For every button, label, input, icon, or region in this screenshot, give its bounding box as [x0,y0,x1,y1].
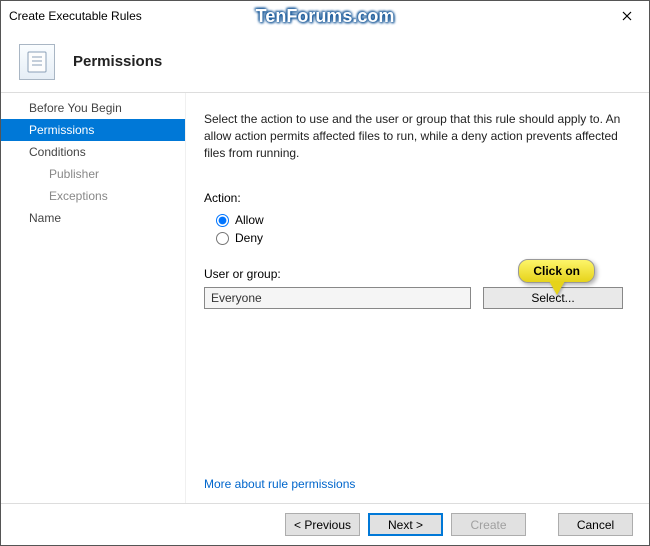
content-panel: Select the action to use and the user or… [186,93,649,503]
wizard-footer: < Previous Next > Create Cancel [1,503,649,545]
create-button: Create [451,513,526,536]
cancel-button[interactable]: Cancel [558,513,633,536]
radio-allow-input[interactable] [216,214,229,227]
radio-allow-label: Allow [235,213,264,227]
sidebar-item-exceptions[interactable]: Exceptions [1,185,185,207]
wizard-steps-sidebar: Before You Begin Permissions Conditions … [1,93,186,503]
instruction-text: Select the action to use and the user or… [204,111,623,161]
close-button[interactable] [604,1,649,31]
previous-button[interactable]: < Previous [285,513,360,536]
titlebar: Create Executable Rules [1,1,649,31]
action-label: Action: [204,191,623,205]
sidebar-item-before-you-begin[interactable]: Before You Begin [1,97,185,119]
radio-deny-input[interactable] [216,232,229,245]
sidebar-item-permissions[interactable]: Permissions [1,119,185,141]
next-button[interactable]: Next > [368,513,443,536]
user-group-input[interactable] [204,287,471,309]
radio-deny[interactable]: Deny [204,229,623,247]
radio-allow[interactable]: Allow [204,211,623,229]
user-group-label: User or group: [204,267,623,281]
page-title: Permissions [73,53,162,70]
sidebar-item-conditions[interactable]: Conditions [1,141,185,163]
wizard-header: Permissions [1,31,649,93]
radio-deny-label: Deny [235,231,263,245]
sidebar-item-publisher[interactable]: Publisher [1,163,185,185]
more-info-link[interactable]: More about rule permissions [204,477,355,491]
sidebar-item-name[interactable]: Name [1,207,185,229]
rules-icon [19,44,55,80]
window-title: Create Executable Rules [9,9,142,23]
select-button[interactable]: Select... [483,287,623,309]
